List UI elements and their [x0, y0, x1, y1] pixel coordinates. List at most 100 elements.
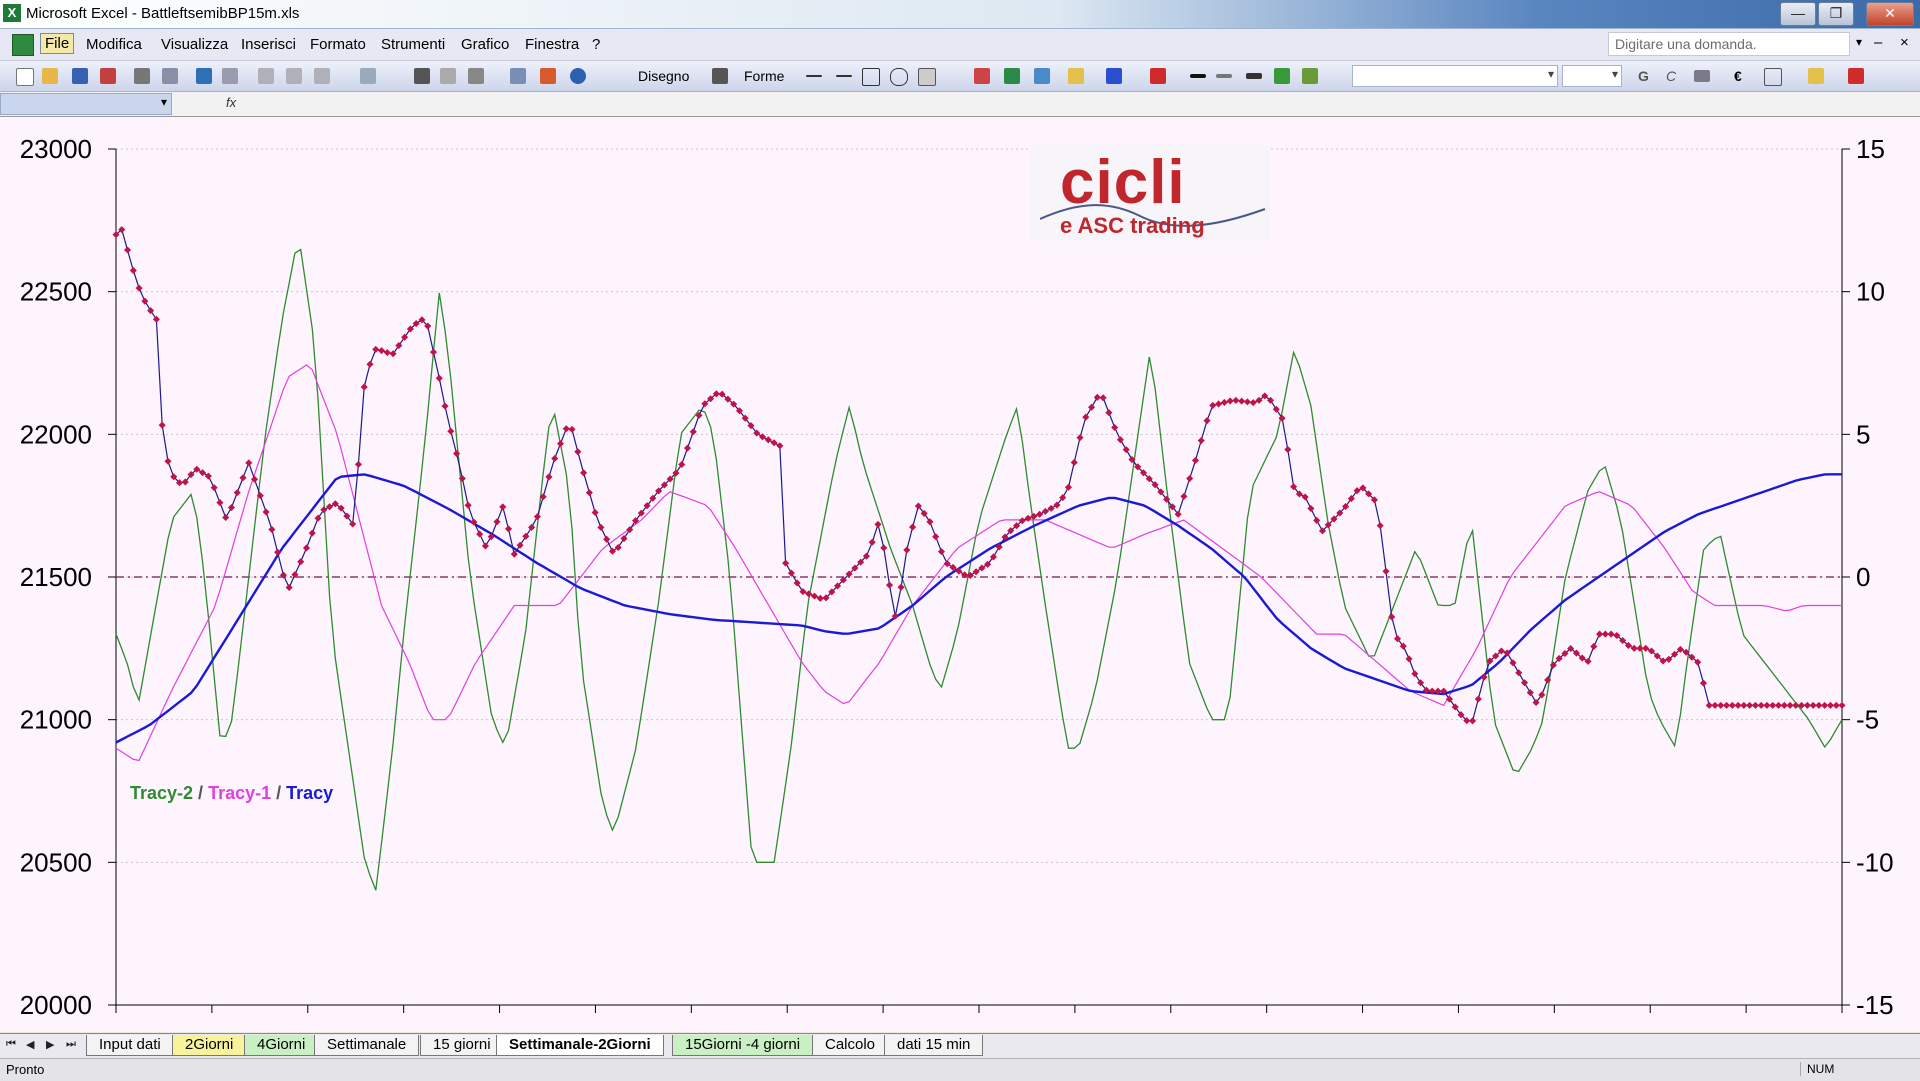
menu-file[interactable]: File — [40, 33, 75, 54]
open-icon[interactable] — [42, 68, 58, 84]
save-icon[interactable] — [72, 68, 88, 84]
excel-app-icon[interactable]: X — [3, 4, 21, 22]
price-marker — [366, 360, 374, 368]
first-sheet-button[interactable]: ⏮ — [6, 1038, 16, 1051]
price-marker — [1284, 445, 1292, 454]
line-color-icon[interactable] — [1106, 68, 1122, 84]
arrow-style-icon[interactable] — [1246, 73, 1262, 79]
sort-icon[interactable] — [510, 68, 526, 84]
workbook-icon[interactable] — [12, 34, 34, 56]
arrow-icon[interactable] — [836, 75, 852, 77]
borders-icon[interactable] — [1764, 68, 1782, 86]
paste-icon[interactable] — [314, 68, 330, 84]
permission-icon[interactable] — [100, 68, 116, 84]
textbox-icon[interactable] — [918, 68, 936, 86]
price-marker — [1469, 717, 1477, 725]
doc-close-icon[interactable]: × — [1900, 34, 1909, 51]
shadow-icon[interactable] — [1274, 68, 1290, 84]
tab-settimanale-2giorni[interactable]: Settimanale-2Giorni — [496, 1035, 664, 1056]
ellipse-icon[interactable] — [890, 68, 908, 86]
tab-15-giorni[interactable]: 15 giorni — [420, 1035, 504, 1056]
print-preview-icon[interactable] — [162, 68, 178, 84]
name-box[interactable] — [0, 93, 172, 115]
euro-button[interactable]: € — [1734, 68, 1742, 84]
menu-help[interactable]: ? — [592, 36, 600, 53]
tab-4giorni[interactable]: 4Giorni — [244, 1035, 319, 1056]
3d-icon[interactable] — [1302, 68, 1318, 84]
font-color-icon-2[interactable] — [1848, 68, 1864, 84]
line-style-icon[interactable] — [1190, 74, 1206, 78]
line-icon[interactable] — [806, 75, 822, 77]
price-marker — [1243, 398, 1251, 406]
font-name-combo[interactable] — [1352, 65, 1558, 87]
price-marker — [216, 499, 224, 507]
logo-sub-text: e ASC trading — [1060, 213, 1205, 238]
clipart-icon[interactable] — [1034, 68, 1050, 84]
copy-icon[interactable] — [286, 68, 302, 84]
select-pointer-icon[interactable] — [712, 68, 728, 84]
research-icon[interactable] — [222, 68, 238, 84]
menu-formato[interactable]: Formato — [310, 36, 366, 53]
fx-icon[interactable]: fx — [226, 95, 236, 110]
maximize-button[interactable]: ❐ — [1818, 2, 1854, 26]
diagram-icon[interactable] — [1004, 68, 1020, 84]
price-marker — [147, 307, 155, 315]
help-search-input[interactable]: Digitare una domanda. — [1608, 32, 1850, 56]
cut-icon[interactable] — [258, 68, 274, 84]
tab-2giorni[interactable]: 2Giorni — [172, 1035, 247, 1056]
tab-dati-15-min[interactable]: dati 15 min — [884, 1035, 984, 1056]
toolbar: Disegno Forme G C € — [0, 61, 1920, 92]
undo-icon[interactable] — [360, 68, 376, 84]
close-button[interactable]: ✕ — [1866, 2, 1914, 26]
chart-area[interactable]: 23000 22500 22000 21500 21000 20500 20000 15 10 5… — [0, 117, 1920, 1032]
dash-style-icon[interactable] — [1216, 74, 1232, 78]
next-sheet-button[interactable]: ▶ — [46, 1038, 54, 1051]
italic-button[interactable]: C — [1666, 68, 1676, 84]
price-marker — [378, 347, 386, 355]
chart-wizard-icon[interactable] — [540, 68, 556, 84]
sigma-icon[interactable] — [468, 68, 484, 84]
menu-grafico[interactable]: Grafico — [461, 36, 509, 53]
draw-menu[interactable]: Disegno — [638, 68, 689, 84]
font-color-icon[interactable] — [1150, 68, 1166, 84]
price-marker — [874, 520, 882, 528]
legend-sep-1: / — [193, 783, 209, 803]
fill-color-icon[interactable] — [1068, 68, 1084, 84]
help-icon[interactable] — [570, 68, 586, 84]
wordart-icon[interactable] — [974, 68, 990, 84]
rectangle-icon[interactable] — [862, 68, 880, 86]
font-size-combo[interactable] — [1562, 65, 1622, 87]
y-right-tick-label: 15 — [1856, 134, 1885, 164]
y-right-tick-label: -5 — [1856, 705, 1879, 735]
autosum-icon[interactable] — [440, 68, 456, 84]
y-left-tick-label: 20000 — [20, 990, 92, 1020]
price-marker — [383, 349, 391, 357]
spelling-icon[interactable] — [196, 68, 212, 84]
doc-minimize-icon[interactable]: – — [1874, 34, 1882, 51]
price-marker — [1036, 510, 1044, 518]
hyperlink-icon[interactable] — [414, 68, 430, 84]
fill-color-icon-2[interactable] — [1808, 68, 1824, 84]
shapes-menu[interactable]: Forme — [744, 68, 784, 84]
price-marker — [545, 473, 553, 481]
price-marker — [1111, 423, 1119, 432]
menu-inserisci[interactable]: Inserisci — [241, 36, 296, 53]
help-dropdown-icon[interactable]: ▾ — [1856, 35, 1862, 49]
menu-visualizza[interactable]: Visualizza — [161, 36, 228, 53]
price-marker — [903, 546, 911, 554]
bold-button[interactable]: G — [1638, 68, 1649, 84]
print-icon[interactable] — [134, 68, 150, 84]
price-marker — [1070, 458, 1078, 466]
tab-settimanale[interactable]: Settimanale — [314, 1035, 420, 1056]
menu-strumenti[interactable]: Strumenti — [381, 36, 445, 53]
menu-finestra[interactable]: Finestra — [525, 36, 579, 53]
new-icon[interactable] — [16, 68, 34, 86]
menu-modifica[interactable]: Modifica — [86, 36, 142, 53]
tab-15giorni-4giorni[interactable]: 15Giorni -4 giorni — [672, 1035, 814, 1056]
align-icon[interactable] — [1694, 70, 1710, 82]
last-sheet-button[interactable]: ⏭ — [66, 1038, 76, 1051]
minimize-button[interactable]: — — [1780, 2, 1816, 26]
tab-calcolo[interactable]: Calcolo — [812, 1035, 889, 1056]
prev-sheet-button[interactable]: ◀ — [26, 1038, 34, 1051]
tab-input-dati[interactable]: Input dati — [86, 1035, 174, 1056]
